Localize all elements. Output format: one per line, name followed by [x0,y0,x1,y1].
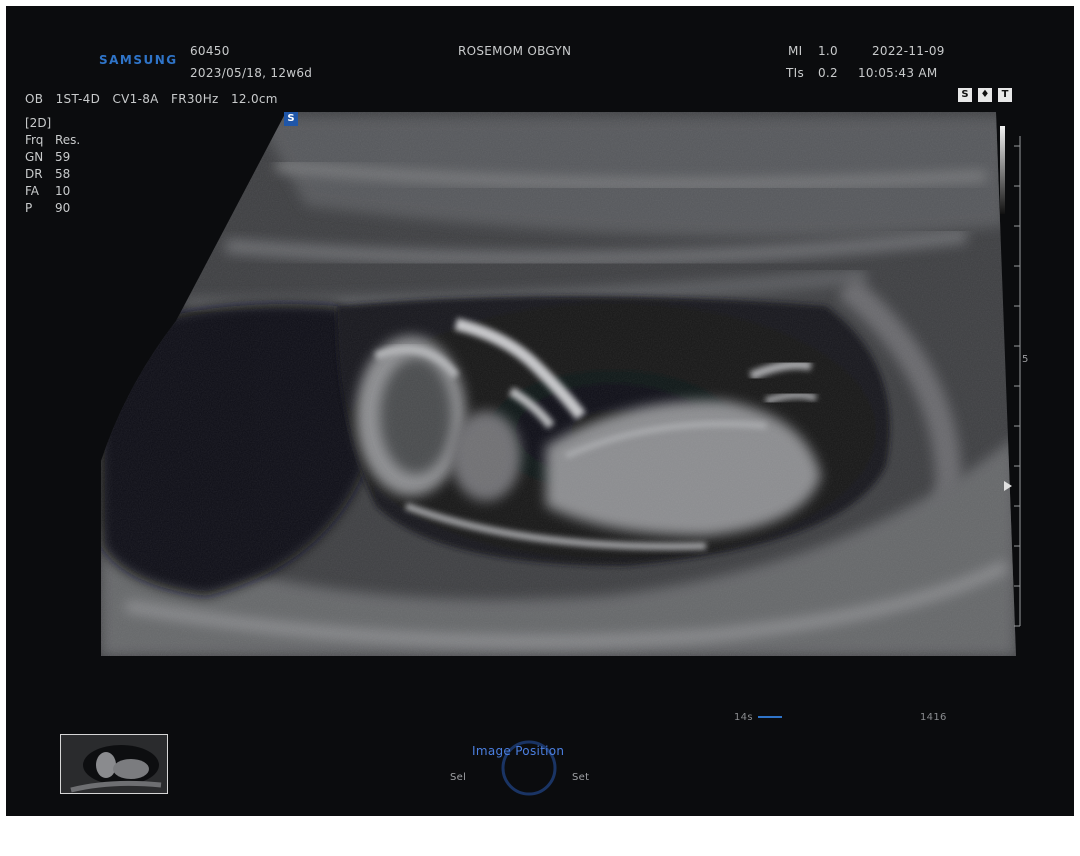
cine-indicator [758,716,782,718]
set-button[interactable]: Set [572,772,589,783]
mode-label: [2D] [25,116,52,130]
hospital-name: ROSEMOM OBGYN [458,44,572,58]
tis-value: 0.2 [818,66,838,80]
grayscale-bar [1000,126,1005,214]
param-key: P [25,201,33,215]
tis-label: TIs [786,66,805,80]
current-date: 2022-11-09 [872,44,945,58]
param-value: 59 [55,150,71,164]
exam-date-ga: 2023/05/18, 12w6d [190,66,313,80]
param-value: 58 [55,167,71,181]
param-value: 90 [55,201,71,215]
depth-mark: 5 [1022,354,1028,365]
param-key: GN [25,150,44,164]
param-row: FA 10 [25,183,80,200]
image-position-label: Image Position [472,744,565,758]
ultrasound-screen: SAMSUNG 60450 2023/05/18, 12w6d ROSEMOM … [6,6,1074,816]
param-row: P 90 [25,200,80,217]
ultrasound-image [101,112,1016,656]
param-value: 10 [55,184,71,198]
patient-id: 60450 [190,44,230,58]
focus-marker [1004,481,1012,491]
param-value: Res. [55,133,81,147]
s-mode-icon: S [958,88,972,102]
depth-scale: 5 [1000,126,1028,627]
select-button[interactable]: Sel [450,772,466,783]
param-key: DR [25,167,43,181]
imaging-params: [2D] Frq Res. GN 59 DR 58 FA 10 P 90 [25,115,80,217]
t-mode-icon: T [998,88,1012,102]
current-time: 10:05:43 AM [858,66,938,80]
mi-value: 1.0 [818,44,838,58]
param-key: FA [25,184,40,198]
render-mode-icon: ♦ [978,88,992,102]
brand-logo: SAMSUNG [99,53,178,67]
probe-settings: OB 1ST-4D CV1-8A FR30Hz 12.0cm [25,92,278,106]
trackball-control-icon [501,740,557,796]
thumbnail-image [61,735,167,793]
bottom-right-readout: 1416 [920,712,947,723]
mi-label: MI [788,44,803,58]
thumbnail-preview[interactable] [60,734,168,794]
param-row: DR 58 [25,166,80,183]
param-key: Frq [25,133,44,147]
bottom-left-readout: 14s [734,712,753,723]
orientation-marker: S [284,112,298,126]
param-row: GN 59 [25,149,80,166]
param-row: Frq Res. [25,132,80,149]
